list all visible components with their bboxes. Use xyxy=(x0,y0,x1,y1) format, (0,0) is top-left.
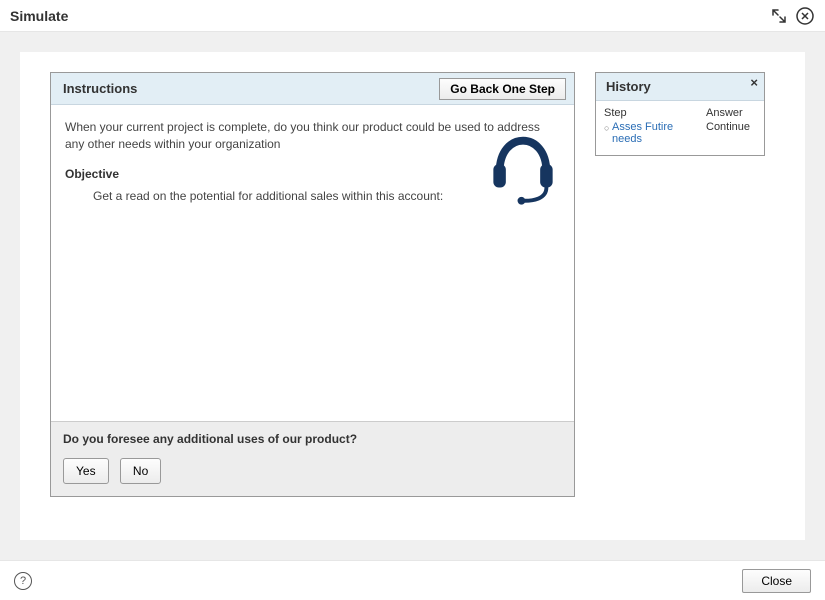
history-title: History xyxy=(606,79,651,94)
instructions-title: Instructions xyxy=(63,81,137,96)
bullet-icon: ○ xyxy=(604,121,612,135)
history-header: History × xyxy=(596,73,764,101)
expand-icon[interactable] xyxy=(769,6,789,26)
window-title: Simulate xyxy=(10,8,68,24)
headset-icon xyxy=(484,129,562,210)
instructions-header: Instructions Go Back One Step xyxy=(51,73,574,105)
close-button[interactable]: Close xyxy=(742,569,811,593)
go-back-button[interactable]: Go Back One Step xyxy=(439,78,566,100)
yes-button[interactable]: Yes xyxy=(63,458,109,484)
history-row: ○ Asses Futire needs Continue xyxy=(604,121,756,145)
instructions-panel: Instructions Go Back One Step When your … xyxy=(50,72,575,497)
history-col-answer: Answer xyxy=(706,107,756,119)
content-area: Instructions Go Back One Step When your … xyxy=(0,32,825,560)
history-body: Step Answer ○ Asses Futire needs Continu… xyxy=(596,101,764,155)
instructions-body: When your current project is complete, d… xyxy=(51,105,574,421)
history-panel: History × Step Answer ○ Asses Futire nee… xyxy=(595,72,765,156)
history-close-icon[interactable]: × xyxy=(750,75,758,90)
help-icon[interactable]: ? xyxy=(14,572,32,590)
history-answer: Continue xyxy=(706,121,756,133)
card: Instructions Go Back One Step When your … xyxy=(20,52,805,540)
titlebar: Simulate xyxy=(0,0,825,32)
history-step-link[interactable]: Asses Futire needs xyxy=(612,121,706,145)
simulate-window: Simulate Instructions Go Back One Step W… xyxy=(0,0,825,600)
instructions-footer: Do you foresee any additional uses of ou… xyxy=(51,421,574,496)
no-button[interactable]: No xyxy=(120,458,161,484)
close-icon[interactable] xyxy=(795,6,815,26)
history-column-headers: Step Answer xyxy=(604,107,756,119)
question-text: Do you foresee any additional uses of ou… xyxy=(63,432,562,446)
history-col-step: Step xyxy=(604,107,706,119)
bottombar: ? Close xyxy=(0,560,825,600)
